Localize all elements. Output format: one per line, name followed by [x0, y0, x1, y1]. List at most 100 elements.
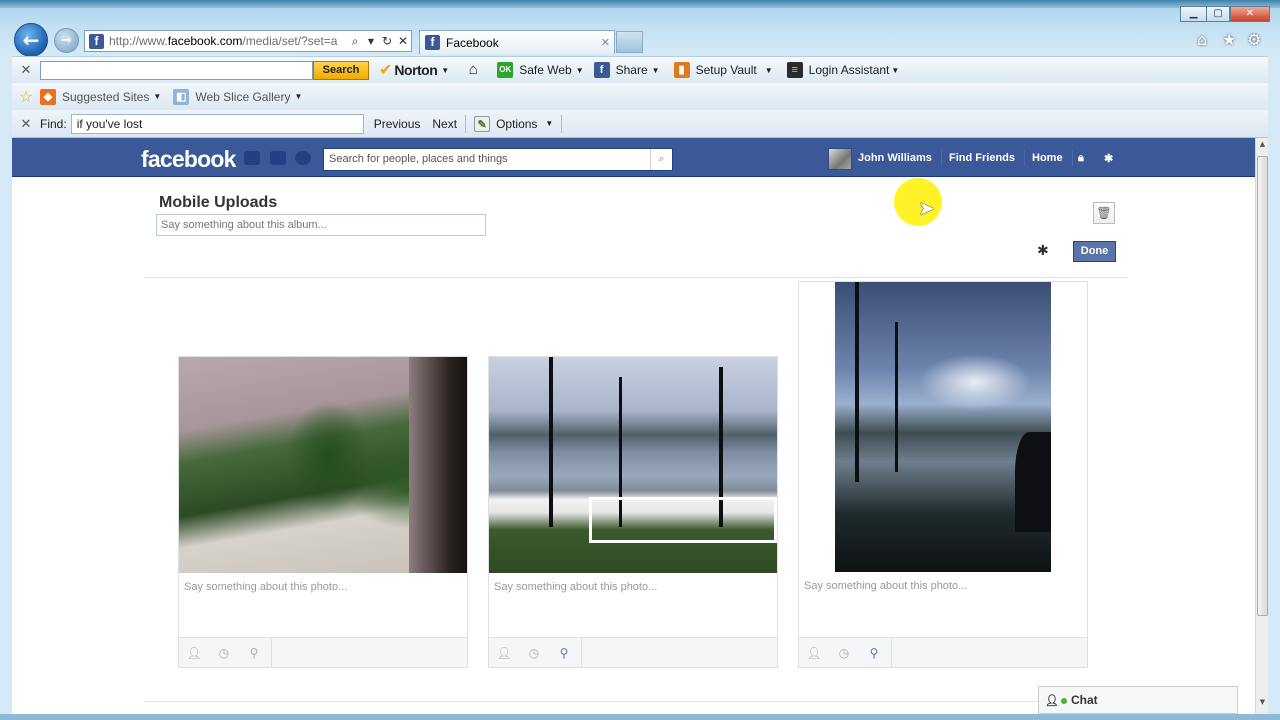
caret-down-icon: ▼	[441, 65, 450, 75]
photo-caption-input[interactable]: Say something about this photo...	[489, 581, 777, 593]
arrow-right-icon: →	[61, 33, 72, 48]
maximize-button[interactable]: ▢	[1206, 6, 1230, 22]
photo-actions-bar: 👤︎ ◷ ⚲	[799, 637, 1087, 668]
safe-web-menu[interactable]: OK Safe Web ▼	[497, 62, 584, 78]
done-button[interactable]: Done	[1073, 241, 1116, 262]
home-icon: ⌂	[468, 61, 478, 78]
tab-facebook[interactable]: f Facebook ✕	[419, 30, 615, 54]
delete-album-button[interactable]: 🗑︎	[1093, 202, 1115, 224]
profile-link[interactable]: John Williams	[858, 152, 932, 164]
facebook-search-input[interactable]: Search for people, places and things ⌕	[323, 148, 673, 171]
suggested-sites-icon: ◆	[40, 88, 56, 105]
favorites-star-icon[interactable]: ☆	[12, 87, 40, 107]
photo-caption-input[interactable]: Say something about this photo...	[179, 581, 467, 593]
find-next-button[interactable]: Next	[432, 117, 457, 131]
close-find-icon[interactable]: ✕	[12, 116, 40, 132]
close-tab-icon[interactable]: ✕	[601, 36, 610, 49]
clock-icon[interactable]: ◷	[209, 646, 239, 660]
divider	[144, 277, 1128, 278]
norton-logo: Norton	[394, 62, 438, 78]
back-button[interactable]: ←	[14, 23, 48, 57]
location-pin-icon[interactable]: ⚲	[859, 646, 889, 660]
close-toolbar-icon[interactable]: ✕	[12, 62, 40, 78]
web-slice-gallery-link[interactable]: ◧ Web Slice Gallery ▼	[173, 88, 302, 105]
new-tab-button[interactable]	[616, 31, 643, 53]
notifications-globe-icon[interactable]	[295, 151, 311, 165]
photo-card: Say something about this photo... 👤︎ ◷ ⚲	[488, 356, 778, 668]
album-settings-gear-icon[interactable]: ✱	[1037, 243, 1049, 259]
mouse-pointer-icon: ➤	[918, 196, 935, 220]
trash-icon: 🗑︎	[1096, 206, 1112, 220]
clock-icon[interactable]: ◷	[519, 646, 549, 660]
refresh-icon[interactable]: ↻	[379, 34, 395, 48]
web-slice-label: Web Slice Gallery	[195, 89, 291, 104]
tag-person-icon[interactable]: 👤︎	[489, 646, 519, 660]
divider	[271, 637, 272, 668]
nav-separator	[941, 150, 942, 166]
location-pin-icon[interactable]: ⚲	[549, 646, 579, 660]
photo-thumbnail[interactable]	[489, 357, 777, 573]
scrollbar-thumb[interactable]	[1257, 156, 1268, 616]
avatar[interactable]	[828, 148, 852, 170]
photo-detail	[855, 282, 859, 482]
setup-vault-menu[interactable]: ▮ Setup Vault ▼	[673, 62, 773, 78]
home-button[interactable]: ⌂	[465, 62, 487, 78]
dropdown-icon[interactable]: ▼	[363, 37, 379, 46]
find-friends-link[interactable]: Find Friends	[949, 152, 1015, 164]
photo-caption-input[interactable]: Say something about this photo...	[799, 580, 1087, 592]
chat-bar[interactable]: 👤︎ Chat	[1038, 686, 1238, 714]
find-input[interactable]: if you've lost	[70, 113, 364, 134]
messages-icon[interactable]	[270, 151, 286, 165]
stop-icon[interactable]: ✕	[395, 34, 411, 48]
norton-toolbar: ✕ Search ✔ Norton ▼ ⌂ OK Safe Web ▼ f Sh…	[12, 56, 1268, 83]
photo-detail	[409, 357, 467, 573]
facebook-logo[interactable]: facebook	[141, 146, 236, 173]
vertical-scrollbar[interactable]: ▲ ▼	[1255, 138, 1268, 714]
share-menu[interactable]: f Share ▼	[593, 62, 660, 78]
privacy-shortcuts-icon[interactable]: 🔒︎	[1078, 152, 1084, 165]
forward-button[interactable]: →	[54, 28, 79, 53]
photo-thumbnail[interactable]	[835, 282, 1051, 572]
tab-title: Facebook	[446, 35, 499, 50]
photo-actions-bar: 👤︎ ◷ ⚲	[179, 637, 467, 668]
close-window-button[interactable]: ✕	[1230, 6, 1270, 22]
home-link[interactable]: Home	[1032, 152, 1063, 164]
share-label: Share	[615, 63, 648, 77]
favorites-star-icon[interactable]: ★	[1222, 30, 1236, 49]
search-icon[interactable]: ⌕	[650, 149, 672, 170]
address-domain: facebook.com	[167, 34, 243, 48]
search-icon[interactable]: ⌕	[347, 34, 363, 49]
web-slice-icon: ◧	[173, 88, 190, 105]
divider	[581, 637, 582, 668]
norton-search-input[interactable]	[40, 60, 313, 80]
tag-person-icon[interactable]: 👤︎	[799, 646, 829, 660]
suggested-sites-link[interactable]: ◆ Suggested Sites ▼	[40, 88, 161, 105]
photo-thumbnail[interactable]	[179, 357, 467, 573]
tag-person-icon[interactable]: 👤︎	[179, 646, 209, 660]
login-assistant-menu[interactable]: ≡ Login Assistant ▼	[786, 62, 899, 78]
minimize-button[interactable]: ▁	[1180, 6, 1207, 22]
address-bar[interactable]: f http://www.facebook.com/media/set/?set…	[84, 30, 412, 52]
norton-search-button[interactable]: Search	[313, 60, 369, 80]
tools-gear-icon[interactable]: ⚙	[1247, 30, 1261, 49]
location-pin-icon[interactable]: ⚲	[239, 646, 269, 660]
album-description-input[interactable]: Say something about this album...	[156, 214, 486, 236]
toolbar-separator	[465, 114, 467, 133]
chat-person-icon: 👤︎	[1045, 695, 1059, 707]
scroll-down-arrow-icon[interactable]: ▼	[1256, 698, 1269, 712]
address-text[interactable]: http://www.facebook.com/media/set/?set=a	[109, 34, 347, 48]
divider	[144, 701, 1128, 702]
friend-requests-icon[interactable]	[244, 151, 260, 165]
login-assistant-icon: ≡	[786, 62, 803, 78]
norton-menu[interactable]: ✔ Norton ▼	[379, 60, 449, 80]
find-previous-button[interactable]: Previous	[374, 117, 421, 131]
setup-vault-label: Setup Vault	[695, 63, 757, 77]
find-options-menu[interactable]: ✎ Options ▼	[474, 115, 553, 132]
caret-down-icon: ▼	[651, 65, 660, 75]
account-settings-gear-icon[interactable]: ✱	[1104, 152, 1113, 165]
scroll-up-arrow-icon[interactable]: ▲	[1256, 140, 1269, 154]
safe-web-icon: OK	[497, 62, 514, 78]
window-border	[0, 714, 1280, 720]
home-icon[interactable]: ⌂	[1197, 30, 1207, 49]
clock-icon[interactable]: ◷	[829, 646, 859, 660]
